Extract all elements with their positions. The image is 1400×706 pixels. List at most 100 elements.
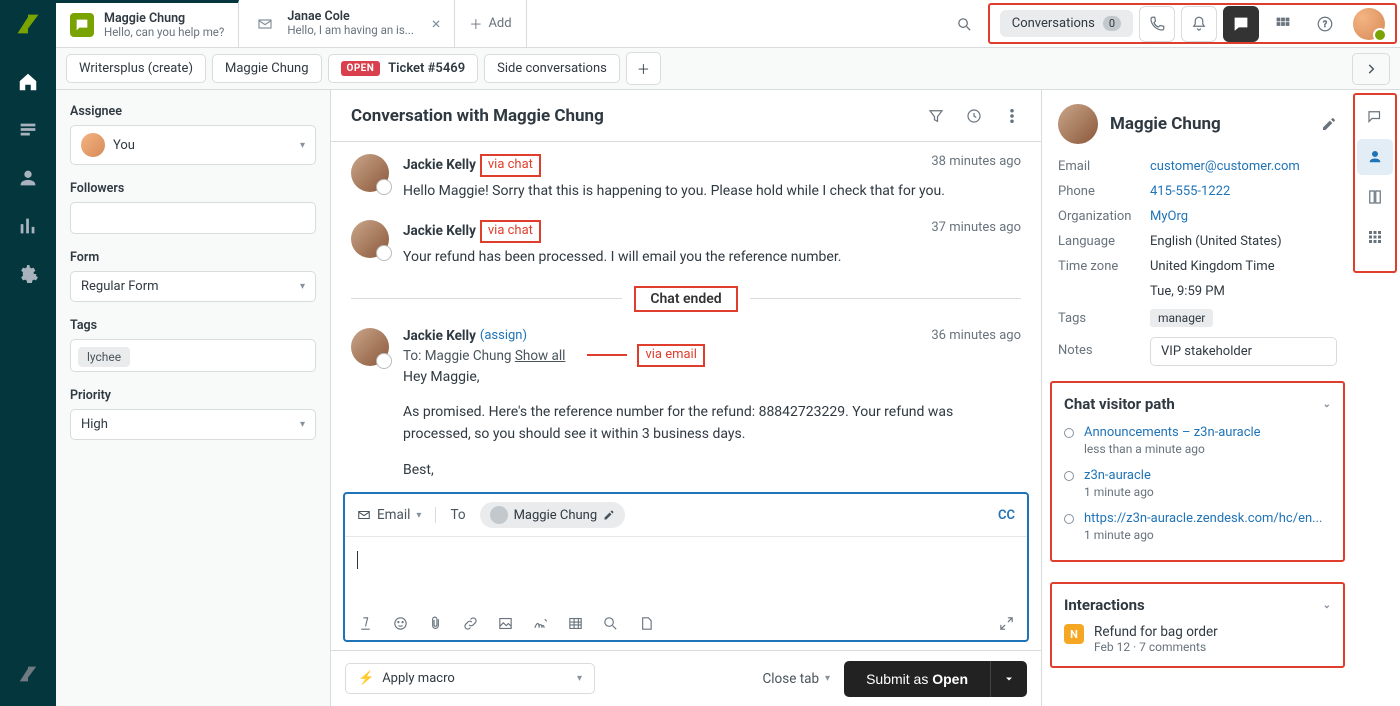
status-badge-icon: N xyxy=(1064,624,1084,644)
tags-field[interactable]: lychee xyxy=(70,339,316,372)
priority-field[interactable]: High▾ xyxy=(70,409,316,440)
agent-avatar[interactable] xyxy=(1353,8,1385,40)
conversation-tab-icon[interactable] xyxy=(1357,99,1393,135)
search-icon[interactable] xyxy=(602,615,619,632)
emoji-icon[interactable] xyxy=(392,615,409,632)
customer-phone[interactable]: 415-555-1222 xyxy=(1150,184,1230,199)
user-tab-icon[interactable] xyxy=(1357,139,1393,175)
email-icon xyxy=(253,12,277,36)
apps-tab-icon[interactable] xyxy=(1357,219,1393,255)
customer-org[interactable]: MyOrg xyxy=(1150,209,1188,224)
knowledge-tab-icon[interactable] xyxy=(1357,179,1393,215)
conversation-title: Conversation with Maggie Chung xyxy=(351,106,604,126)
composer: Email ▾ To Maggie Chung CC xyxy=(343,492,1029,642)
knowledge-icon[interactable] xyxy=(637,615,654,632)
composer-channel-selector[interactable]: Email ▾ xyxy=(357,507,436,523)
chat-app-icon[interactable] xyxy=(1223,6,1259,42)
help-icon[interactable]: ? xyxy=(1307,6,1343,42)
ticket-footer: ⚡Apply macro ▾ Close tab▾ Submit as Open xyxy=(331,650,1041,706)
assignee-field[interactable]: You ▾ xyxy=(70,125,316,165)
close-icon[interactable]: × xyxy=(432,16,441,32)
chat-message: Jackie Kelly via chat 38 minutes ago Hel… xyxy=(351,154,1021,202)
expand-icon[interactable] xyxy=(998,615,1015,632)
attachment-icon[interactable] xyxy=(427,615,444,632)
filter-icon[interactable] xyxy=(927,107,945,125)
add-tab-label: Add xyxy=(488,16,511,31)
admin-icon[interactable] xyxy=(16,262,40,286)
avatar xyxy=(490,506,508,524)
add-side-conversation[interactable]: ＋ xyxy=(626,52,661,85)
search-icon[interactable] xyxy=(951,0,979,48)
assignee-label: Assignee xyxy=(70,104,316,119)
submit-dropdown[interactable] xyxy=(990,661,1027,697)
email-to-row: To: Maggie Chung Show all xyxy=(403,348,565,364)
notifications-icon[interactable] xyxy=(1181,6,1217,42)
form-field[interactable]: Regular Form▾ xyxy=(70,271,316,302)
customers-icon[interactable] xyxy=(16,166,40,190)
message-author: Jackie Kelly xyxy=(403,328,476,344)
views-icon[interactable] xyxy=(16,118,40,142)
image-icon[interactable] xyxy=(497,615,514,632)
home-icon[interactable] xyxy=(16,70,40,94)
edit-icon[interactable] xyxy=(603,509,615,521)
events-icon[interactable] xyxy=(965,107,983,125)
interactions-highlight: Interactions ⌄ N Refund for bag order Fe… xyxy=(1050,582,1345,668)
interactions-heading: Interactions xyxy=(1064,596,1145,614)
interaction-item[interactable]: N Refund for bag order Feb 12 · 7 commen… xyxy=(1060,622,1335,656)
edit-icon[interactable] xyxy=(1321,116,1337,132)
chat-message: Jackie Kelly via chat 37 minutes ago You… xyxy=(351,220,1021,268)
apply-macro-button[interactable]: ⚡Apply macro ▾ xyxy=(345,663,595,694)
submit-button[interactable]: Submit as Open xyxy=(844,661,990,697)
followers-field[interactable] xyxy=(70,202,316,234)
apps-grid-icon[interactable] xyxy=(1265,6,1301,42)
message-time: 37 minutes ago xyxy=(931,220,1021,235)
cc-button[interactable]: CC xyxy=(998,508,1015,523)
tags-label: Tags xyxy=(70,318,316,333)
side-conversations[interactable]: Side conversations xyxy=(484,54,620,83)
tag-chip[interactable]: lychee xyxy=(78,347,130,367)
tab-janae-cole[interactable]: Janae Cole Hello, I am having an is... × xyxy=(239,0,455,47)
chevron-down-icon[interactable]: ⌄ xyxy=(1323,600,1331,611)
link-icon[interactable] xyxy=(462,615,479,632)
followers-label: Followers xyxy=(70,181,316,196)
composer-textarea[interactable] xyxy=(345,537,1027,607)
assign-link[interactable]: (assign) xyxy=(480,328,527,343)
table-icon[interactable] xyxy=(567,615,584,632)
breadcrumb-requester[interactable]: Maggie Chung xyxy=(212,54,322,83)
more-icon[interactable] xyxy=(1003,107,1021,125)
avatar xyxy=(81,133,105,157)
chat-visitor-path-highlight: Chat visitor path ⌄ Announcements – z3n-… xyxy=(1050,381,1345,562)
breadcrumb-ticket[interactable]: OPEN Ticket #5469 xyxy=(328,54,479,83)
conversations-pill[interactable]: Conversations 0 xyxy=(1000,10,1133,37)
message-time: 38 minutes ago xyxy=(931,154,1021,169)
show-all-link[interactable]: Show all xyxy=(515,348,566,364)
path-item[interactable]: z3n-auracle1 minute ago xyxy=(1060,464,1335,507)
customer-context-panel: Maggie Chung Emailcustomer@customer.com … xyxy=(1041,90,1353,706)
timeline-dot-icon xyxy=(1064,428,1074,438)
path-item[interactable]: https://z3n-auracle.zendesk.com/hc/en...… xyxy=(1060,507,1335,550)
tab-maggie-chung[interactable]: Maggie Chung Hello, can you help me? xyxy=(56,0,239,47)
breadcrumb-org[interactable]: Writersplus (create) xyxy=(66,54,206,83)
phone-icon[interactable] xyxy=(1139,6,1175,42)
customer-notes-field[interactable]: VIP stakeholder xyxy=(1150,337,1337,366)
svg-text:?: ? xyxy=(1323,20,1327,30)
customer-email[interactable]: customer@customer.com xyxy=(1150,159,1300,174)
path-item[interactable]: Announcements – z3n-auracleless than a m… xyxy=(1060,421,1335,464)
recipient-chip[interactable]: Maggie Chung xyxy=(480,502,626,528)
chevron-down-icon[interactable]: ⌄ xyxy=(1323,399,1331,410)
workspace-tabs: Maggie Chung Hello, can you help me? Jan… xyxy=(56,0,1400,48)
composer-to-label: To xyxy=(450,507,465,523)
add-tab[interactable]: ＋ Add xyxy=(455,0,526,47)
left-nav-rail xyxy=(0,0,56,706)
tab-subtitle: Hello, I am having an is... xyxy=(287,24,414,38)
conversation-panel: Conversation with Maggie Chung Ja xyxy=(331,90,1041,706)
product-logo xyxy=(14,10,42,38)
reporting-icon[interactable] xyxy=(16,214,40,238)
signature-icon[interactable] xyxy=(532,615,549,632)
close-tab-button[interactable]: Close tab▾ xyxy=(762,671,830,687)
next-ticket-button[interactable] xyxy=(1352,53,1390,85)
composer-toolbar xyxy=(345,607,1027,640)
text-format-icon[interactable] xyxy=(357,615,374,632)
timeline-dot-icon xyxy=(1064,514,1074,524)
zendesk-logo-icon xyxy=(16,662,40,686)
